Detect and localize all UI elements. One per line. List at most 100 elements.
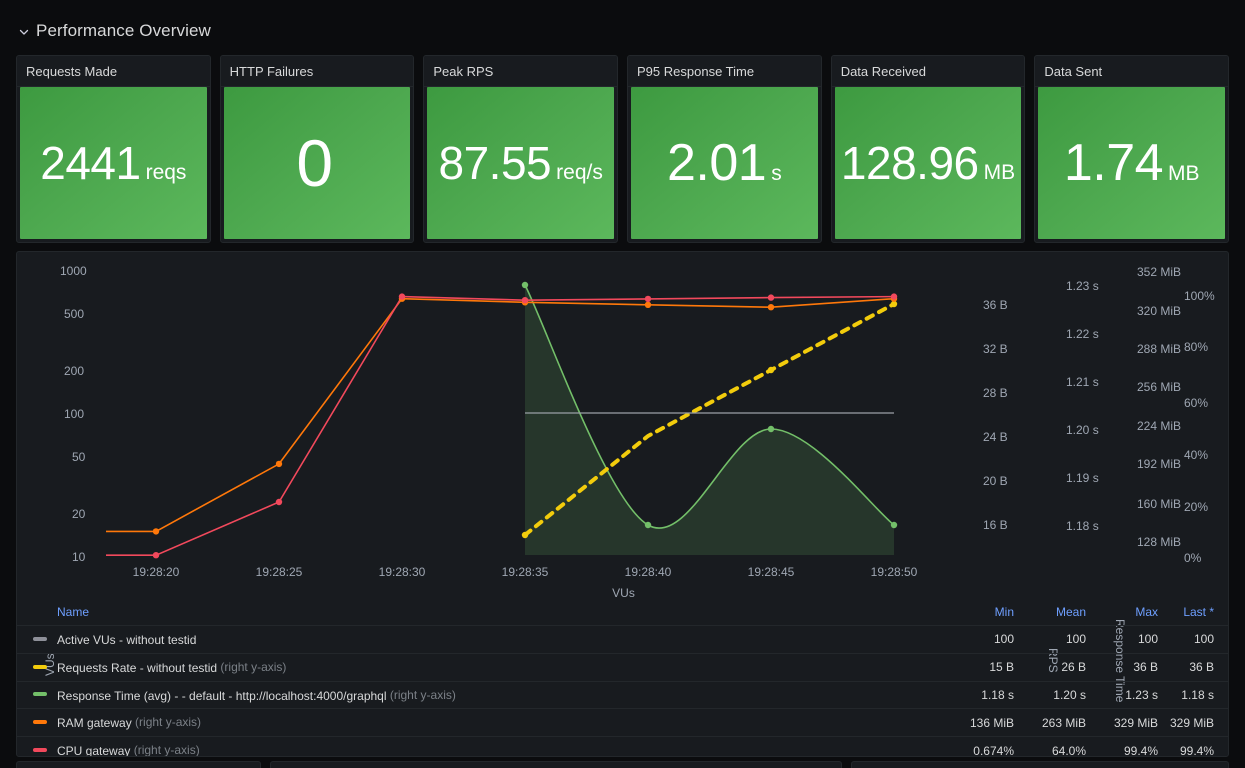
legend-row[interactable]: Active VUs - without testid 100 100 100 100 bbox=[17, 625, 1228, 654]
legend-col-name[interactable]: Name bbox=[17, 600, 942, 626]
legend-row[interactable]: Response Time (avg) - - default - http:/… bbox=[17, 681, 1228, 710]
y-tick-rps: 1.22 s bbox=[1066, 327, 1099, 341]
legend-mean-cell: 263 MiB bbox=[1014, 708, 1086, 738]
stat-unit: s bbox=[771, 162, 782, 185]
plot-svg bbox=[106, 281, 898, 559]
x-tick: 19:28:20 bbox=[132, 565, 180, 579]
row-header-performance-overview[interactable]: Performance Overview bbox=[18, 18, 211, 44]
stat-panel-requests-made[interactable]: Requests Made 2441 reqs bbox=[16, 55, 211, 243]
y-tick-resptime: 320 MiB bbox=[1137, 304, 1182, 318]
legend-series-cell[interactable]: Response Time (avg) - - default - http:/… bbox=[17, 681, 942, 710]
panel-partial-2[interactable] bbox=[270, 761, 842, 768]
legend-row[interactable]: Requests Rate - without testid (right y-… bbox=[17, 653, 1228, 682]
legend-series-name: CPU gateway bbox=[57, 744, 131, 757]
data-point bbox=[767, 425, 775, 433]
legend-table: Name Min Mean Max Last * Active VUs - wi… bbox=[17, 600, 1228, 757]
legend-series-cell[interactable]: CPU gateway (right y-axis) bbox=[17, 736, 942, 757]
x-tick: 19:28:45 bbox=[747, 565, 795, 579]
data-point bbox=[890, 521, 898, 529]
chevron-down-icon[interactable] bbox=[18, 25, 30, 37]
legend-row[interactable]: RAM gateway (right y-axis) 136 MiB 263 MiB… bbox=[17, 708, 1228, 738]
data-point bbox=[521, 297, 529, 304]
row-title: Performance Overview bbox=[36, 21, 211, 40]
stat-unit: MB bbox=[1168, 162, 1200, 185]
y-tick-left: 50 bbox=[72, 450, 86, 464]
plot-area[interactable] bbox=[17, 252, 1228, 597]
y-tick-rps: 1.23 s bbox=[1066, 279, 1099, 293]
stat-panel-body: 1.74 MB bbox=[1038, 87, 1226, 239]
panel-partial-3[interactable] bbox=[851, 761, 1229, 768]
legend-series-cell[interactable]: RAM gateway (right y-axis) bbox=[17, 708, 942, 738]
y-tick-left: 100 bbox=[64, 407, 85, 421]
stat-value: 2.01 bbox=[666, 134, 767, 192]
stat-panel-title: P95 Response Time bbox=[628, 56, 821, 87]
y-tick-resptime: 224 MiB bbox=[1137, 419, 1182, 433]
x-tick: 19:28:35 bbox=[501, 565, 549, 579]
legend-col-last[interactable]: Last * bbox=[1158, 600, 1228, 626]
stat-value-group: 1.74 MB bbox=[1064, 137, 1200, 189]
stat-value: 2441 bbox=[40, 137, 141, 189]
data-point bbox=[275, 460, 283, 468]
legend-series-name: RAM gateway bbox=[57, 716, 132, 731]
legend-series-cell[interactable]: Active VUs - without testid bbox=[17, 625, 942, 654]
data-point bbox=[398, 293, 406, 300]
stat-value-group: 128.96 MB bbox=[841, 140, 1015, 186]
data-point bbox=[890, 293, 898, 300]
legend-color-swatch[interactable] bbox=[33, 636, 47, 641]
legend-col-max[interactable]: Max bbox=[1086, 600, 1158, 626]
legend-min-cell: 0.674% bbox=[942, 736, 1014, 756]
stat-panel-data-received[interactable]: Data Received 128.96 MB bbox=[830, 55, 1026, 243]
y-tick-left: 20 bbox=[72, 507, 86, 521]
y-tick-percent: 20% bbox=[1184, 500, 1209, 514]
y-tick-bytes: 32 B bbox=[983, 342, 1008, 356]
legend-min-cell: 100 bbox=[942, 625, 1014, 654]
legend-axis-note: (right y-axis) bbox=[217, 659, 287, 674]
y-tick-percent: 80% bbox=[1184, 340, 1209, 354]
legend-color-swatch[interactable] bbox=[33, 664, 47, 669]
data-point bbox=[644, 295, 652, 303]
stat-panel-p95-response-time[interactable]: P95 Response Time 2.01 s bbox=[627, 55, 822, 243]
timeseries-panel[interactable]: VUs 1000 500 200 100 50 20 10 36 B 32 B … bbox=[16, 251, 1229, 757]
legend-color-swatch[interactable] bbox=[33, 748, 47, 753]
stat-panel-title: Data Sent bbox=[1035, 56, 1229, 87]
legend-min-cell: 15 B bbox=[942, 653, 1014, 682]
stat-unit: MB bbox=[983, 161, 1016, 184]
data-point bbox=[644, 301, 652, 308]
data-point bbox=[767, 366, 775, 374]
y-tick-percent: 100% bbox=[1184, 289, 1215, 303]
stat-value: 0 bbox=[296, 126, 333, 200]
stat-value-group: 0 bbox=[296, 130, 337, 196]
stat-panel-http-failures[interactable]: HTTP Failures 0 bbox=[219, 55, 415, 243]
y-tick-percent: 0% bbox=[1184, 551, 1202, 565]
legend-col-min[interactable]: Min bbox=[942, 600, 1014, 626]
stat-unit: req/s bbox=[556, 161, 603, 184]
legend-axis-note: (right y-axis) bbox=[131, 715, 202, 730]
legend-mean-cell: 26 B bbox=[1014, 653, 1086, 682]
legend-color-swatch[interactable] bbox=[33, 692, 47, 697]
legend-last-cell: 329 MiB bbox=[1158, 708, 1228, 738]
y-tick-resptime: 288 MiB bbox=[1137, 342, 1182, 356]
panel-partial-1[interactable] bbox=[16, 761, 261, 768]
x-tick: 19:28:30 bbox=[378, 565, 426, 579]
legend-min-cell: 136 MiB bbox=[942, 708, 1014, 738]
legend-header-row: Name Min Mean Max Last * bbox=[17, 600, 1228, 626]
y-tick-rps: 1.20 s bbox=[1066, 423, 1099, 437]
y-tick-resptime: 160 MiB bbox=[1137, 497, 1182, 511]
y-tick-bytes: 24 B bbox=[983, 430, 1008, 444]
legend-row[interactable]: CPU gateway (right y-axis) 0.674% 64.0% 99.… bbox=[17, 736, 1228, 757]
stat-panel-data-sent[interactable]: Data Sent 1.74 MB bbox=[1034, 55, 1230, 243]
stat-panel-title: HTTP Failures bbox=[220, 56, 414, 87]
y-tick-bytes: 36 B bbox=[983, 298, 1008, 312]
data-point bbox=[521, 281, 529, 289]
legend-max-cell: 36 B bbox=[1086, 653, 1158, 682]
legend-color-swatch[interactable] bbox=[33, 720, 47, 725]
y-tick-bytes: 16 B bbox=[983, 518, 1008, 532]
legend-series-name: Requests Rate - without testid bbox=[57, 660, 218, 675]
stat-panel-title: Peak RPS bbox=[424, 56, 618, 87]
stat-panel-peak-rps[interactable]: Peak RPS 87.55 req/s bbox=[423, 55, 619, 243]
legend-series-cell[interactable]: Requests Rate - without testid (right y-… bbox=[17, 653, 942, 682]
legend-col-mean[interactable]: Mean bbox=[1014, 600, 1086, 626]
legend-mean-cell: 1.20 s bbox=[1014, 681, 1086, 710]
stat-panel-body: 2441 reqs bbox=[20, 87, 207, 239]
legend-series-name: Active VUs - without testid bbox=[57, 632, 197, 647]
